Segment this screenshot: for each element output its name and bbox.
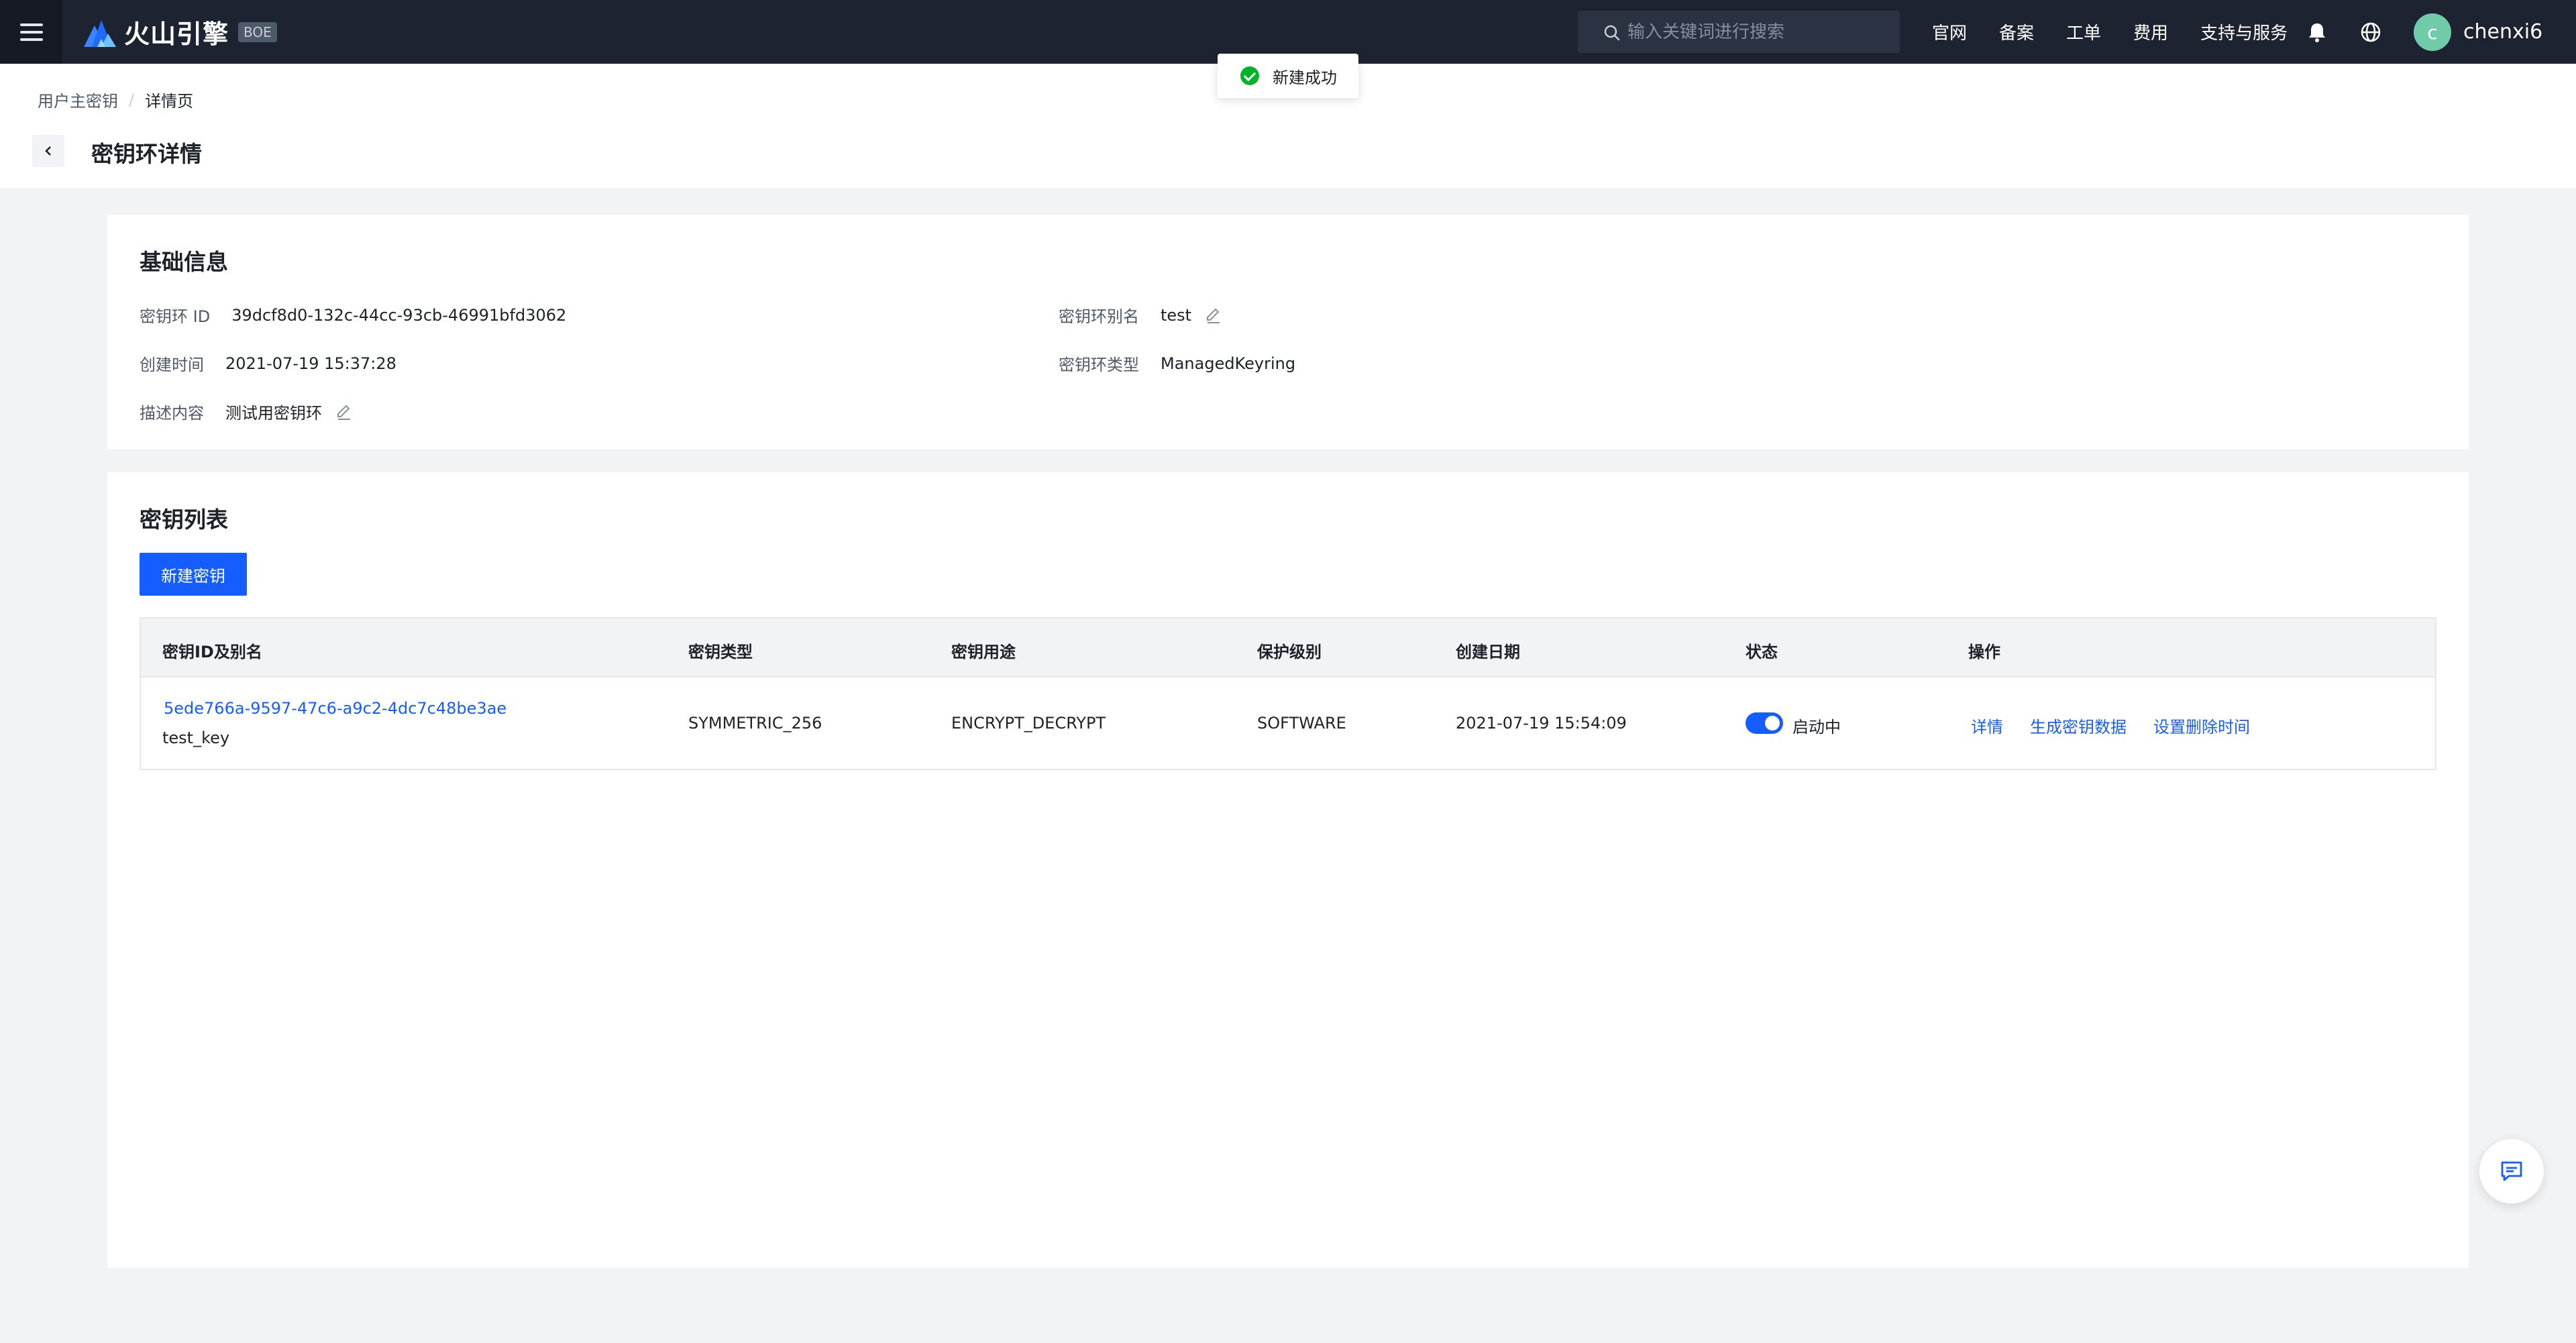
globe-icon[interactable] — [2359, 20, 2383, 44]
key-type-cell: SYMMETRIC_256 — [688, 714, 822, 733]
keyring-alias-label: 密钥环别名 — [1059, 307, 1139, 326]
keyring-alias-field: 密钥环别名 test — [1059, 303, 1222, 327]
back-button[interactable] — [32, 135, 64, 167]
breadcrumb-separator: / — [129, 90, 135, 109]
logo[interactable]: 火山引擎 BOE — [81, 13, 277, 50]
action-schedule-deletion-link[interactable]: 设置删除时间 — [2153, 714, 2250, 737]
breadcrumb-current: 详情页 — [145, 92, 194, 111]
key-id-link[interactable]: 5ede766a-9597-47c6-a9c2-4dc7c48be3ae — [164, 699, 506, 718]
nav-support[interactable]: 支持与服务 — [2200, 19, 2288, 44]
column-header-key-type: 密钥类型 — [688, 643, 753, 661]
feedback-button[interactable] — [2479, 1139, 2544, 1203]
table-header: 密钥ID及别名 密钥类型 密钥用途 保护级别 创建日期 状态 操作 — [141, 619, 2435, 678]
logo-text: 火山引擎 — [124, 19, 229, 49]
created-time-value: 2021-07-19 15:37:28 — [225, 354, 396, 373]
key-list-title: 密钥列表 — [140, 506, 228, 533]
edit-alias-icon[interactable] — [1203, 306, 1222, 325]
created-time-field: 创建时间 2021-07-19 15:37:28 — [140, 352, 396, 375]
top-nav: 官网 备案 工单 费用 支持与服务 — [1932, 0, 2320, 64]
breadcrumb: 用户主密钥 / 详情页 — [38, 88, 193, 111]
created-date-cell: 2021-07-19 15:54:09 — [1456, 714, 1627, 733]
action-generate-key-data-link[interactable]: 生成密钥数据 — [2030, 714, 2127, 737]
key-alias: test_key — [162, 729, 230, 747]
chevron-left-icon — [45, 146, 51, 156]
avatar[interactable]: c — [2414, 13, 2451, 51]
bell-icon[interactable] — [2305, 20, 2329, 44]
created-time-label: 创建时间 — [140, 356, 204, 374]
hamburger-icon — [19, 19, 43, 46]
breadcrumb-parent[interactable]: 用户主密钥 — [38, 88, 118, 111]
search-input[interactable] — [1627, 21, 1889, 42]
key-usage-cell: ENCRYPT_DECRYPT — [951, 714, 1106, 733]
env-badge: BOE — [238, 21, 277, 42]
page-title: 密钥环详情 — [91, 141, 202, 167]
description-field: 描述内容 测试用密钥环 — [140, 400, 353, 423]
nav-filing[interactable]: 备案 — [1999, 19, 2034, 44]
action-detail-link[interactable]: 详情 — [1971, 714, 2003, 737]
basic-info-card: 基础信息 密钥环 ID 39dcf8d0-132c-44cc-93cb-4699… — [107, 215, 2469, 449]
key-list-card: 密钥列表 新建密钥 密钥ID及别名 密钥类型 密钥用途 保护级别 创建日期 状态… — [107, 472, 2469, 1268]
keyring-type-label: 密钥环类型 — [1059, 356, 1139, 374]
menu-button[interactable] — [0, 0, 62, 64]
description-label: 描述内容 — [140, 404, 204, 423]
check-circle-icon — [1240, 66, 1259, 85]
keyring-alias-value: test — [1161, 305, 1192, 325]
keyring-type-field: 密钥环类型 ManagedKeyring — [1059, 352, 1295, 375]
column-header-key-id: 密钥ID及别名 — [162, 643, 262, 661]
volcano-logo-icon — [84, 19, 116, 47]
toast-message: 新建成功 — [1273, 68, 1337, 87]
edit-description-icon[interactable] — [334, 402, 353, 421]
message-icon — [2501, 1161, 2522, 1181]
keyring-id-label: 密钥环 ID — [140, 307, 211, 326]
protection-level-cell: SOFTWARE — [1257, 714, 1346, 733]
column-header-usage: 密钥用途 — [951, 643, 1016, 661]
table-row: 5ede766a-9597-47c6-a9c2-4dc7c48be3ae tes… — [141, 678, 2435, 769]
column-header-created: 创建日期 — [1456, 643, 1520, 661]
nav-billing[interactable]: 费用 — [2133, 19, 2168, 44]
new-key-button[interactable]: 新建密钥 — [140, 553, 247, 596]
description-value: 测试用密钥环 — [225, 404, 322, 423]
status-label: 启动中 — [1792, 718, 1841, 737]
success-toast: 新建成功 — [1218, 54, 1358, 98]
nav-ticket[interactable]: 工单 — [2066, 19, 2101, 44]
status-toggle[interactable] — [1746, 712, 1783, 734]
column-header-protection: 保护级别 — [1257, 643, 1322, 661]
keyring-id-value: 39dcf8d0-132c-44cc-93cb-46991bfd3062 — [231, 305, 567, 325]
column-header-status: 状态 — [1746, 643, 1778, 661]
global-search[interactable] — [1578, 11, 1900, 53]
keyring-id-field: 密钥环 ID 39dcf8d0-132c-44cc-93cb-46991bfd3… — [140, 303, 566, 327]
basic-info-title: 基础信息 — [140, 249, 228, 275]
search-icon — [1604, 25, 1620, 41]
column-header-actions: 操作 — [1968, 643, 2000, 661]
keyring-type-value: ManagedKeyring — [1161, 354, 1296, 373]
key-table: 密钥ID及别名 密钥类型 密钥用途 保护级别 创建日期 状态 操作 5ede76… — [140, 617, 2436, 770]
nav-official-site[interactable]: 官网 — [1932, 19, 1967, 44]
username[interactable]: chenxi6 — [2463, 20, 2542, 44]
